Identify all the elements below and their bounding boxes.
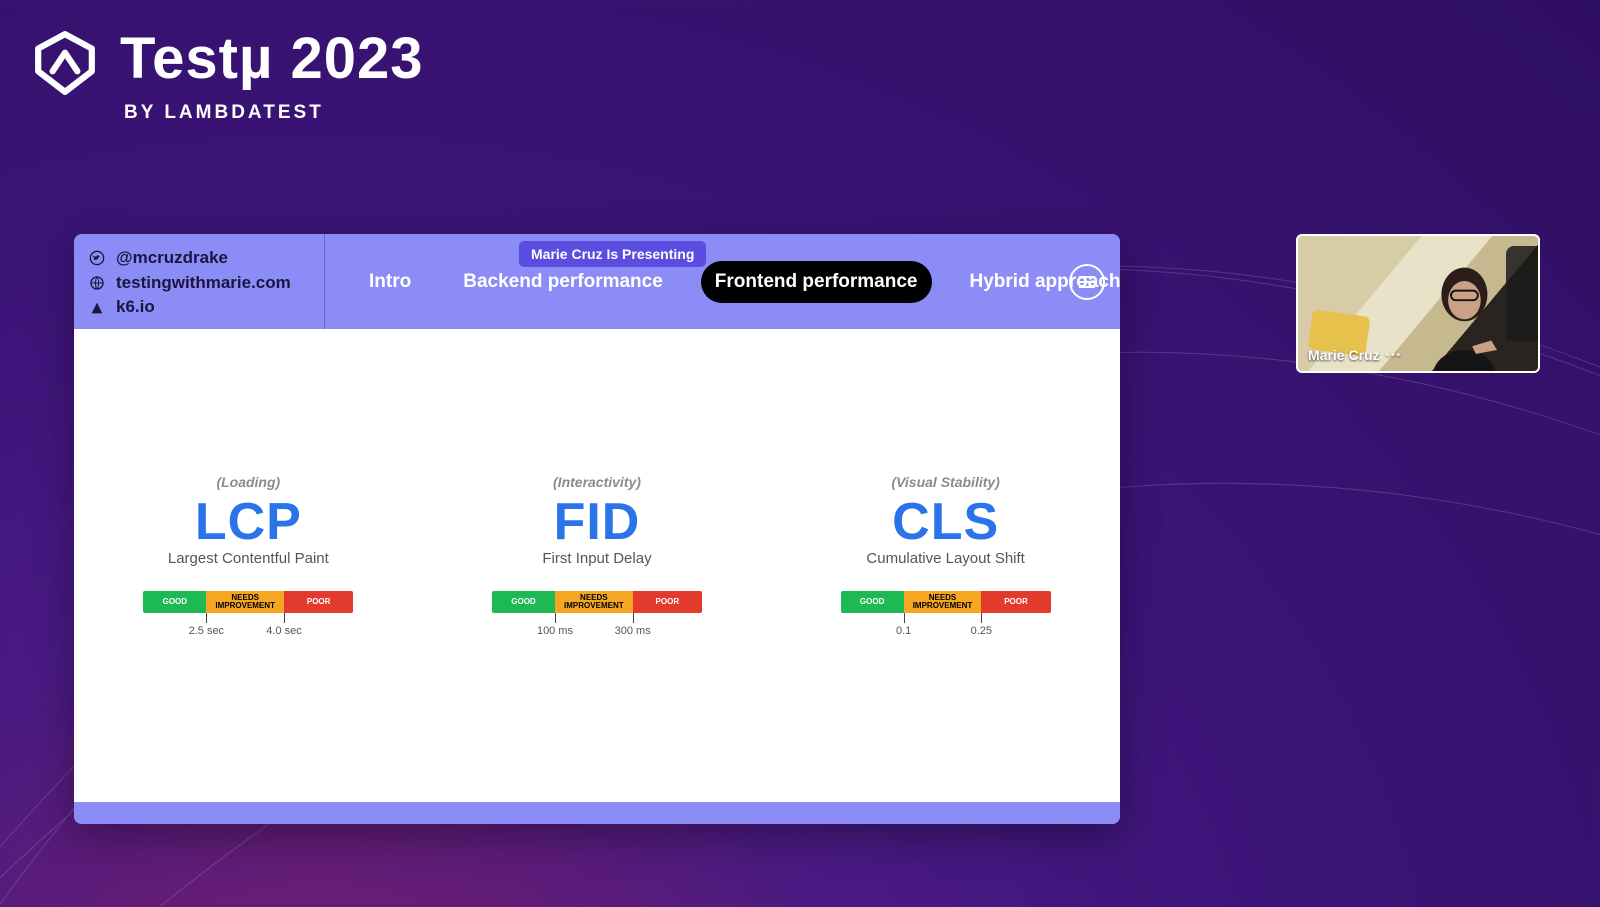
gauge-break-2: 300 ms <box>615 625 651 637</box>
gauge-poor: POOR <box>981 591 1050 613</box>
gauge-break-1: 0.1 <box>896 625 911 637</box>
gauge-good: GOOD <box>841 591 904 613</box>
event-subtitle: BY LAMBDATEST <box>124 102 424 124</box>
gauge-break-2: 0.25 <box>971 625 992 637</box>
vital-fid: (Interactivity) FIDFirst Input Delay GOODN… <box>442 474 752 639</box>
presenter-links: @mcruzdrake testingwithmarie.com k6.io <box>74 234 325 329</box>
vital-abbr: FID <box>442 492 752 552</box>
vital-gauge: GOODNEEDSIMPROVEMENTPOOR 100 ms 300 ms <box>492 591 702 639</box>
twitter-handle: @mcruzdrake <box>116 246 228 271</box>
slides-body: (Loading) LCPLargest Contentful Paint GOOD… <box>74 329 1120 824</box>
vital-gauge: GOODNEEDSIMPROVEMENTPOOR 0.1 0.25 <box>841 591 1051 639</box>
webcam-thumbnail[interactable]: Marie Cruz ••• <box>1296 234 1540 373</box>
tab-frontend-performance[interactable]: Frontend performance <box>701 261 932 303</box>
webcam-more-icon[interactable]: ••• <box>1386 350 1403 361</box>
vital-category: (Visual Stability) <box>791 474 1101 490</box>
gauge-needs-improvement: NEEDSIMPROVEMENT <box>206 591 284 613</box>
vital-gauge: GOODNEEDSIMPROVEMENTPOOR 2.5 sec 4.0 sec <box>143 591 353 639</box>
presenting-badge: Marie Cruz Is Presenting <box>519 241 706 267</box>
gauge-needs-improvement: NEEDSIMPROVEMENT <box>904 591 982 613</box>
webcam-name-label: Marie Cruz ••• <box>1308 347 1402 363</box>
vital-category: (Interactivity) <box>442 474 752 490</box>
slides-window: Marie Cruz Is Presenting @mcruzdrake tes… <box>74 234 1120 824</box>
event-brand: Testµ 2023 BY LAMBDATEST <box>32 30 424 124</box>
project-link: k6.io <box>116 295 155 320</box>
gauge-break-1: 100 ms <box>537 625 573 637</box>
vital-fullname: Largest Contentful Paint <box>93 550 403 567</box>
tab-intro[interactable]: Intro <box>355 261 425 303</box>
slides-footer-bar <box>74 802 1120 824</box>
lambdatest-logo-icon <box>32 30 98 96</box>
vital-lcp: (Loading) LCPLargest Contentful Paint GOOD… <box>93 474 403 639</box>
slides-menu-button[interactable] <box>1069 264 1105 300</box>
slides-nav: IntroBackend performanceFrontend perform… <box>327 234 1120 329</box>
event-title: Testµ 2023 <box>120 30 424 88</box>
vital-abbr: CLS <box>791 492 1101 552</box>
gauge-break-2: 4.0 sec <box>266 625 301 637</box>
gauge-needs-improvement: NEEDSIMPROVEMENT <box>555 591 633 613</box>
vital-abbr: LCP <box>93 492 403 552</box>
globe-icon <box>88 274 106 292</box>
gauge-poor: POOR <box>284 591 353 613</box>
webcam-person-silhouette <box>1405 254 1520 373</box>
k6-icon <box>88 299 106 317</box>
webcam-name: Marie Cruz <box>1308 347 1380 363</box>
vital-fullname: Cumulative Layout Shift <box>791 550 1101 567</box>
gauge-poor: POOR <box>633 591 702 613</box>
gauge-good: GOOD <box>492 591 555 613</box>
gauge-good: GOOD <box>143 591 206 613</box>
twitter-icon <box>88 249 106 267</box>
website-link: testingwithmarie.com <box>116 271 291 296</box>
vital-cls: (Visual Stability) CLSCumulative Layout S… <box>791 474 1101 639</box>
gauge-break-1: 2.5 sec <box>189 625 224 637</box>
vital-category: (Loading) <box>93 474 403 490</box>
web-vitals-row: (Loading) LCPLargest Contentful Paint GOOD… <box>74 474 1120 639</box>
vital-fullname: First Input Delay <box>442 550 752 567</box>
